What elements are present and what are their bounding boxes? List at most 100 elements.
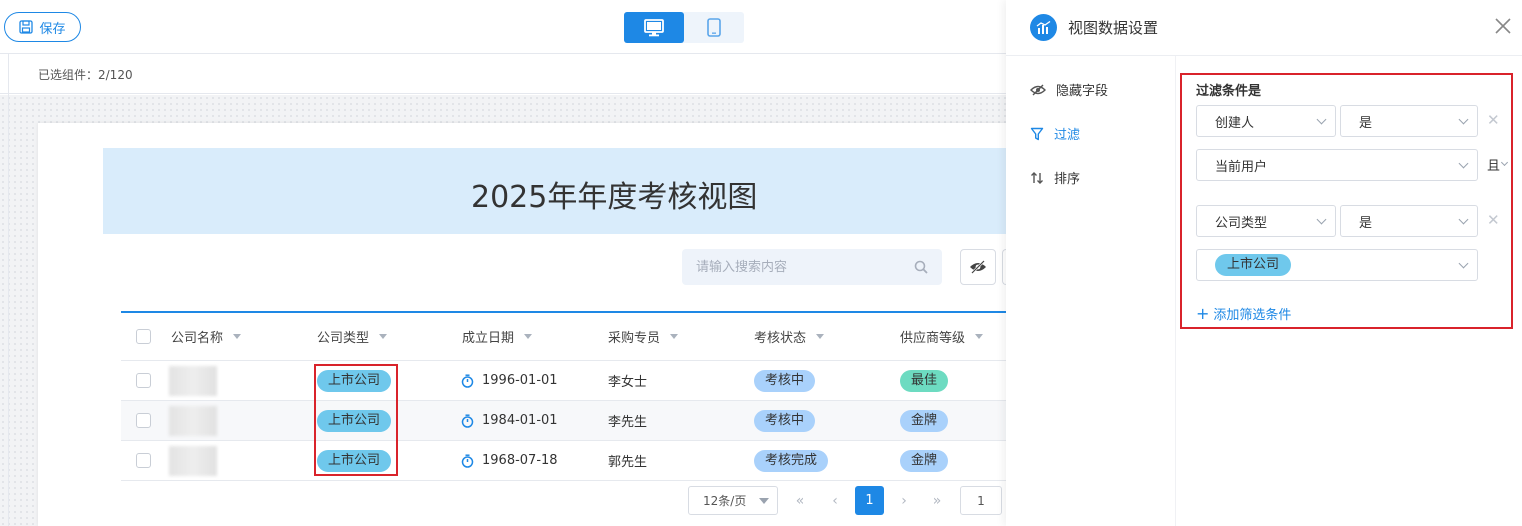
nav-hidden-fields[interactable]: 隐藏字段: [1030, 80, 1108, 99]
last-page-icon[interactable]: »: [927, 486, 947, 515]
page-size-select[interactable]: 12条/页: [688, 486, 778, 515]
filter-conditions-box: 过滤条件是 创建人 是 ✕ 当前用户 且 公司类型 是 ✕ 上市公司 + 添加筛…: [1180, 73, 1513, 329]
save-button-label: 保存: [39, 21, 66, 37]
company-type-highlight: [314, 364, 398, 476]
tablet-icon: [707, 18, 721, 37]
nav-filter[interactable]: 过滤: [1030, 124, 1080, 143]
column-menu-caret-icon[interactable]: [670, 334, 679, 339]
current-page[interactable]: 1: [855, 486, 884, 515]
select-all-checkbox[interactable]: [136, 329, 151, 344]
column-menu-caret-icon[interactable]: [816, 334, 825, 339]
eye-off-icon: [970, 260, 986, 274]
filter-value-select[interactable]: 上市公司: [1196, 249, 1478, 281]
nav-label: 排序: [1054, 172, 1081, 187]
logic-operator-select[interactable]: 且: [1487, 155, 1509, 174]
chevron-down-icon: [1458, 258, 1469, 268]
buyer-name: 郭先生: [608, 455, 648, 470]
filter-value-tag: 上市公司: [1215, 254, 1292, 276]
first-page-icon[interactable]: «: [790, 486, 810, 515]
status-tag: 考核中: [754, 369, 816, 392]
prev-page-icon[interactable]: ‹: [825, 486, 845, 515]
canvas-divider: [8, 54, 9, 526]
column-menu-caret-icon[interactable]: [975, 334, 984, 339]
buyer-name: 李女士: [608, 375, 648, 390]
close-icon[interactable]: [1494, 17, 1512, 35]
save-icon: [19, 20, 34, 34]
blurred-company-name: [169, 445, 217, 476]
nav-label: 隐藏字段: [1056, 84, 1109, 99]
nav-label: 过滤: [1054, 128, 1081, 143]
status-tag: 考核中: [754, 409, 816, 432]
column-header-company-name[interactable]: 公司名称: [171, 313, 242, 360]
monitor-icon: [644, 18, 664, 36]
column-menu-caret-icon[interactable]: [379, 334, 388, 339]
filter-operator-select[interactable]: 是: [1340, 205, 1478, 237]
page-jump-input[interactable]: 1: [960, 486, 1002, 515]
search-box: [682, 249, 942, 285]
save-button[interactable]: 保存: [4, 12, 81, 42]
row-checkbox[interactable]: [136, 413, 151, 428]
stopwatch-icon: [461, 453, 474, 468]
stopwatch-icon: [461, 413, 474, 428]
search-input[interactable]: [682, 249, 912, 285]
filter-field-select[interactable]: 公司类型: [1196, 205, 1336, 237]
table-row[interactable]: 上市公司 1996-01-01 李女士 考核中 最佳: [121, 361, 1006, 401]
view-title: 2025年年度考核视图: [471, 180, 758, 215]
grade-tag: 金牌: [900, 449, 949, 472]
column-header-status[interactable]: 考核状态: [754, 313, 825, 360]
plus-icon: +: [1196, 304, 1210, 323]
chevron-down-icon: [1458, 214, 1469, 224]
founded-date: 1968-07-18: [482, 453, 558, 468]
panel-header: 视图数据设置: [1006, 0, 1522, 56]
founded-date: 1984-01-01: [482, 413, 558, 428]
grade-tag: 金牌: [900, 409, 949, 432]
panel-title: 视图数据设置: [1068, 19, 1159, 37]
data-table: 公司名称 公司类型 成立日期 采购专员 考核状态 供应商等级 上市公司 1996…: [121, 311, 1006, 481]
filter-operator-select[interactable]: 是: [1340, 105, 1478, 137]
table-row[interactable]: 上市公司 1984-01-01 李先生 考核中 金牌: [121, 401, 1006, 441]
blurred-company-name: [169, 405, 217, 436]
filter-value-select[interactable]: 当前用户: [1196, 149, 1478, 181]
remove-condition-icon[interactable]: ✕: [1487, 111, 1500, 129]
grade-tag: 最佳: [900, 369, 949, 392]
remove-condition-icon[interactable]: ✕: [1487, 211, 1500, 229]
nav-sort[interactable]: 排序: [1030, 168, 1080, 187]
view-title-banner: 2025年年度考核视图: [103, 148, 1006, 234]
device-switch: [624, 12, 744, 43]
caret-down-icon: [759, 497, 769, 504]
stopwatch-icon: [461, 373, 474, 388]
desktop-view-button[interactable]: [624, 12, 684, 43]
panel-nav: 隐藏字段 过滤 排序: [1006, 56, 1176, 526]
chevron-down-icon: [1458, 114, 1469, 124]
column-header-company-type[interactable]: 公司类型: [317, 313, 388, 360]
filter-icon: [1030, 127, 1044, 140]
column-header-founded-date[interactable]: 成立日期: [462, 313, 533, 360]
view-component[interactable]: 2025年年度考核视图 公司名称 公司类型 成立日期 采购专员 考核状态 供应商…: [38, 123, 1012, 526]
filter-title: 过滤条件是: [1196, 84, 1262, 99]
chevron-down-icon: [1316, 114, 1327, 124]
page-size-value: 12条/页: [703, 494, 747, 508]
founded-date: 1996-01-01: [482, 373, 558, 388]
column-menu-caret-icon[interactable]: [524, 334, 533, 339]
table-row[interactable]: 上市公司 1968-07-18 郭先生 考核完成 金牌: [121, 441, 1006, 481]
filter-field-select[interactable]: 创建人: [1196, 105, 1336, 137]
blurred-company-name: [169, 365, 217, 396]
chevron-down-icon: [1316, 214, 1327, 224]
status-tag: 考核完成: [754, 449, 829, 472]
top-toolbar: 保存: [0, 0, 1006, 54]
column-menu-caret-icon[interactable]: [233, 334, 242, 339]
row-checkbox[interactable]: [136, 453, 151, 468]
column-header-supplier-grade[interactable]: 供应商等级: [900, 313, 984, 360]
table-header: 公司名称 公司类型 成立日期 采购专员 考核状态 供应商等级: [121, 313, 1006, 361]
row-checkbox[interactable]: [136, 373, 151, 388]
selected-component-count: 已选组件：2/120: [38, 68, 133, 82]
next-page-icon[interactable]: ›: [894, 486, 914, 515]
chevron-down-icon: [1500, 158, 1509, 167]
sort-icon: [1031, 171, 1043, 184]
mobile-view-button[interactable]: [684, 12, 744, 43]
buyer-name: 李先生: [608, 415, 648, 430]
search-icon[interactable]: [914, 260, 928, 274]
add-filter-button[interactable]: + 添加筛选条件: [1196, 304, 1291, 323]
column-header-buyer[interactable]: 采购专员: [608, 313, 679, 360]
hide-fields-button[interactable]: [960, 249, 996, 285]
